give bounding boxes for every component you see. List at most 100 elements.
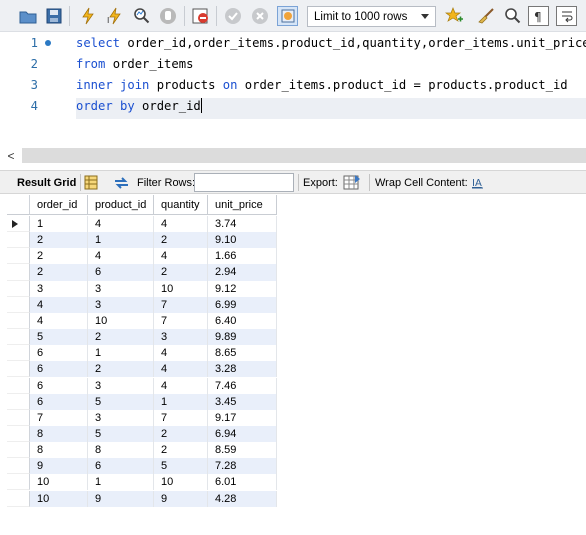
table-cell[interactable]: 9 bbox=[154, 490, 208, 507]
row-header[interactable] bbox=[7, 232, 30, 249]
column-header-product-id[interactable]: product_id bbox=[88, 195, 154, 215]
row-header[interactable] bbox=[7, 312, 30, 329]
execute-icon[interactable] bbox=[77, 6, 98, 26]
code-text[interactable]: order by order_id bbox=[76, 98, 202, 115]
table-cell[interactable]: 4 bbox=[30, 296, 88, 313]
table-cell[interactable]: 2 bbox=[30, 248, 88, 265]
row-header[interactable] bbox=[7, 425, 30, 443]
row-header[interactable] bbox=[7, 458, 30, 475]
table-cell[interactable]: 3 bbox=[88, 296, 154, 313]
table-cell[interactable]: 4 bbox=[88, 216, 154, 233]
code-text[interactable]: inner join products on order_items.produ… bbox=[76, 77, 568, 94]
table-cell[interactable]: 2 bbox=[30, 232, 88, 249]
column-header-order-id[interactable]: order_id bbox=[30, 195, 88, 215]
table-cell[interactable]: 6.40 bbox=[208, 312, 277, 329]
execute-statement-icon[interactable]: I bbox=[104, 6, 125, 26]
table-cell[interactable]: 3 bbox=[88, 377, 154, 394]
table-cell[interactable]: 1 bbox=[88, 474, 154, 491]
table-row[interactable]: 9 6 5 7.28 bbox=[7, 458, 277, 475]
find-magnifier-icon[interactable] bbox=[502, 6, 523, 26]
row-header[interactable] bbox=[7, 264, 30, 281]
code-line[interactable]: 2 from order_items bbox=[0, 56, 586, 77]
table-cell[interactable]: 6.94 bbox=[208, 425, 277, 443]
table-row[interactable]: 6 2 4 3.28 bbox=[7, 361, 277, 378]
table-row[interactable]: 7 3 7 9.17 bbox=[7, 409, 277, 426]
table-cell[interactable]: 4 bbox=[154, 377, 208, 394]
table-cell[interactable]: 8.65 bbox=[208, 345, 277, 362]
row-header[interactable] bbox=[7, 474, 30, 491]
code-text[interactable]: from order_items bbox=[76, 56, 193, 73]
row-header[interactable] bbox=[7, 280, 30, 297]
refresh-arrows-icon[interactable] bbox=[113, 176, 130, 193]
table-row[interactable]: 8 8 2 8.59 bbox=[7, 442, 277, 459]
table-row[interactable]: 6 5 1 3.45 bbox=[7, 393, 277, 410]
table-cell[interactable]: 4 bbox=[154, 345, 208, 362]
table-cell[interactable]: 10 bbox=[30, 490, 88, 507]
table-cell[interactable]: 8 bbox=[30, 425, 88, 443]
table-row[interactable]: 5 2 3 9.89 bbox=[7, 329, 277, 346]
table-cell[interactable]: 6 bbox=[30, 345, 88, 362]
table-cell[interactable]: 7 bbox=[30, 409, 88, 426]
form-view-grid-icon[interactable] bbox=[84, 175, 98, 193]
add-snippet-star-icon[interactable] bbox=[443, 6, 464, 26]
table-cell[interactable]: 10 bbox=[154, 474, 208, 491]
table-cell[interactable]: 3 bbox=[88, 280, 154, 297]
table-cell[interactable]: 1 bbox=[88, 345, 154, 362]
wrap-cell-toggle-icon[interactable]: IA bbox=[471, 176, 484, 192]
commit-icon[interactable] bbox=[222, 6, 243, 26]
stop-icon[interactable] bbox=[157, 6, 178, 26]
table-cell[interactable]: 6 bbox=[30, 393, 88, 410]
table-cell[interactable]: 1 bbox=[88, 232, 154, 249]
table-cell[interactable]: 2 bbox=[88, 329, 154, 346]
table-cell[interactable]: 2 bbox=[88, 361, 154, 378]
table-cell[interactable]: 7 bbox=[154, 312, 208, 329]
table-cell[interactable]: 2 bbox=[154, 232, 208, 249]
row-header[interactable] bbox=[7, 216, 30, 233]
code-text[interactable]: select order_id,order_items.product_id,q… bbox=[76, 35, 586, 52]
table-cell[interactable]: 2.94 bbox=[208, 264, 277, 281]
table-cell[interactable]: 7 bbox=[154, 409, 208, 426]
table-cell[interactable]: 9 bbox=[88, 490, 154, 507]
row-header[interactable] bbox=[7, 329, 30, 346]
column-header-unit-price[interactable]: unit_price bbox=[208, 195, 277, 215]
table-cell[interactable]: 6 bbox=[88, 458, 154, 475]
table-row[interactable]: 8 5 2 6.94 bbox=[7, 425, 277, 443]
table-cell[interactable]: 1 bbox=[154, 393, 208, 410]
export-icon[interactable] bbox=[343, 174, 361, 194]
table-cell[interactable]: 10 bbox=[88, 312, 154, 329]
table-cell[interactable]: 9.89 bbox=[208, 329, 277, 346]
result-grid-tab[interactable]: Result Grid bbox=[17, 177, 76, 189]
row-header[interactable] bbox=[7, 393, 30, 410]
scroll-left-arrow-icon[interactable]: < bbox=[0, 148, 22, 163]
code-line[interactable]: 4 order by order_id bbox=[0, 98, 586, 119]
table-cell[interactable]: 3 bbox=[88, 409, 154, 426]
explain-magnifier-icon[interactable] bbox=[131, 6, 152, 26]
table-cell[interactable]: 4 bbox=[154, 248, 208, 265]
table-cell[interactable]: 10 bbox=[154, 280, 208, 297]
table-row[interactable]: 1 4 4 3.74 bbox=[7, 216, 277, 233]
table-cell[interactable]: 3.74 bbox=[208, 216, 277, 233]
table-cell[interactable]: 5 bbox=[88, 393, 154, 410]
table-cell[interactable]: 4 bbox=[154, 361, 208, 378]
code-line[interactable]: 3 inner join products on order_items.prod… bbox=[0, 77, 586, 98]
table-cell[interactable]: 9.12 bbox=[208, 280, 277, 297]
toggle-continue-on-error-icon[interactable] bbox=[190, 6, 211, 26]
table-cell[interactable]: 2 bbox=[30, 264, 88, 281]
table-cell[interactable]: 8.59 bbox=[208, 442, 277, 459]
invisible-characters-icon[interactable]: ¶ bbox=[528, 6, 549, 26]
table-cell[interactable]: 1 bbox=[30, 216, 88, 233]
table-cell[interactable]: 3.28 bbox=[208, 361, 277, 378]
open-folder-icon[interactable] bbox=[17, 6, 38, 26]
table-row[interactable]: 3 3 10 9.12 bbox=[7, 280, 277, 297]
beautify-broom-icon[interactable] bbox=[475, 6, 496, 26]
table-row[interactable]: 2 4 4 1.66 bbox=[7, 248, 277, 265]
table-cell[interactable]: 8 bbox=[88, 442, 154, 459]
table-cell[interactable]: 7.46 bbox=[208, 377, 277, 394]
row-header[interactable] bbox=[7, 490, 30, 507]
table-cell[interactable]: 6.99 bbox=[208, 296, 277, 313]
limit-rows-select[interactable]: Limit to 1000 rows bbox=[307, 6, 436, 27]
horizontal-scrollbar[interactable]: < bbox=[0, 148, 586, 163]
table-cell[interactable]: 9.17 bbox=[208, 409, 277, 426]
table-cell[interactable]: 3 bbox=[30, 280, 88, 297]
table-cell[interactable]: 10 bbox=[30, 474, 88, 491]
